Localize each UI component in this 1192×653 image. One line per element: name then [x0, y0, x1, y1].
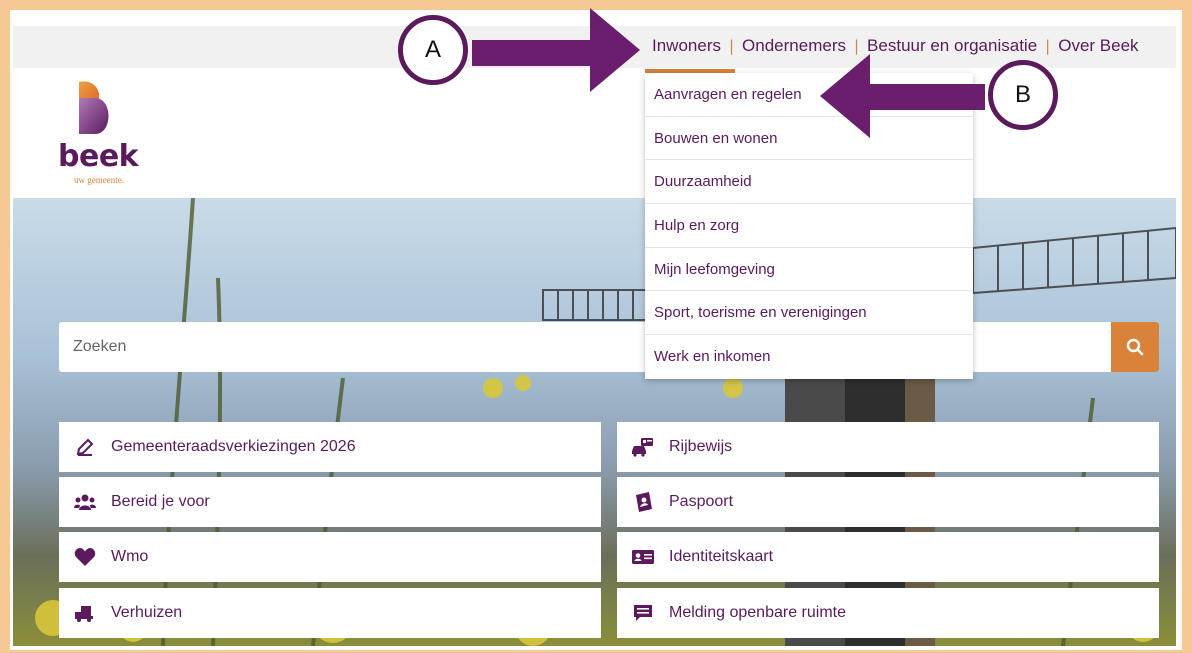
arrow-a-icon [472, 8, 640, 92]
annotation-callout-a: A [398, 15, 468, 85]
arrow-b-icon [820, 54, 985, 138]
annotation-callout-b: B [988, 60, 1058, 130]
